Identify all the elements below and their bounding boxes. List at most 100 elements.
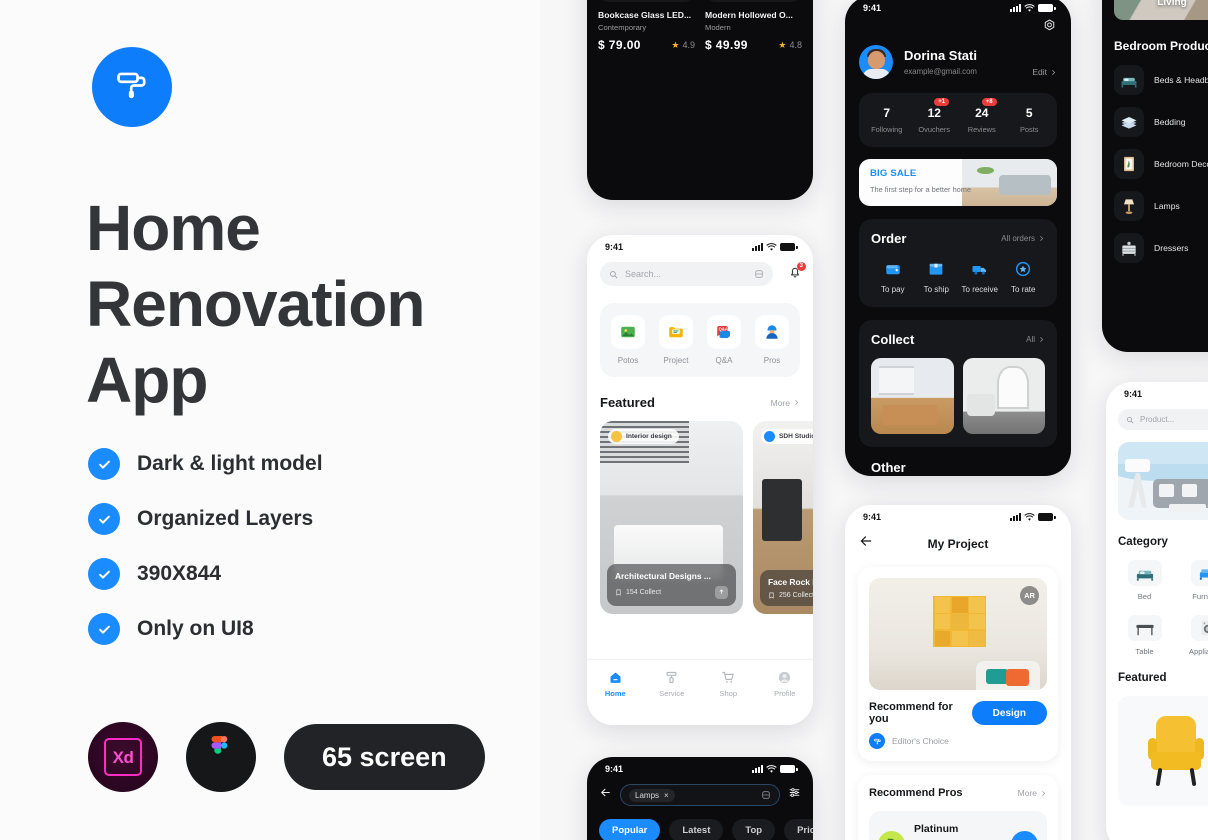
ar-badge[interactable]: AR	[1020, 586, 1039, 605]
tab-home[interactable]: Home	[587, 670, 644, 725]
product-card[interactable]: Bookcase Glass LED... Contemporary $ 79.…	[598, 0, 695, 52]
my-project-screen: 9:41 My Project AR Recommend for you Des…	[845, 505, 1071, 840]
photo-icon	[611, 315, 645, 349]
shop-category-appliances[interactable]: Appliances	[1181, 615, 1208, 656]
order-to-ship[interactable]: To ship	[915, 260, 959, 294]
chip-label: Price	[797, 825, 813, 836]
feature-label: Only on UI8	[137, 617, 254, 640]
collect-all-link[interactable]: All	[1026, 335, 1045, 344]
edit-profile-button[interactable]: Edit	[1032, 67, 1057, 79]
chip-label: Top	[745, 825, 763, 836]
collect-image[interactable]	[871, 358, 954, 434]
tab-shop[interactable]: Shop	[700, 670, 757, 725]
quick-action-qa[interactable]: Q&A Q&A	[700, 315, 748, 365]
quick-action-label: Pros	[763, 356, 781, 365]
chevron-right-icon	[795, 400, 799, 405]
notifications-button[interactable]: 3	[788, 261, 806, 284]
project-image[interactable]: AR	[869, 578, 1047, 690]
filter-chip-latest[interactable]: Latest	[669, 819, 724, 840]
design-button[interactable]: Design	[971, 701, 1047, 725]
featured-product-card[interactable]	[1118, 696, 1208, 806]
search-placeholder: Product...	[1140, 415, 1175, 424]
figma-badge	[186, 722, 256, 792]
featured-card[interactable]: Interior design Architectural Designs ..…	[600, 421, 743, 614]
battery-icon	[780, 243, 798, 251]
stat-following[interactable]: 7 Following	[863, 106, 911, 134]
stat-posts[interactable]: 5 Posts	[1006, 106, 1054, 134]
home-icon	[610, 672, 621, 683]
card-footer: Face Rock beac... 256 Collect	[760, 570, 813, 606]
quick-action-pros[interactable]: Pros	[748, 315, 796, 365]
search-input[interactable]: Product...	[1118, 409, 1208, 430]
category-item-bedding[interactable]: Bedding	[1102, 107, 1208, 137]
quick-actions: Potos Project Q&A Q&A Pros	[600, 303, 800, 377]
product-card[interactable]: Modern Hollowed O... Modern $ 49.99 ★ 4.8	[705, 0, 802, 52]
featured-card[interactable]: SDH Studio Face Rock beac... 256 Collect	[753, 421, 813, 614]
shop-category-table[interactable]: Table	[1118, 615, 1171, 656]
other-section-title: Other	[871, 460, 906, 475]
search-input[interactable]: Lamps ×	[620, 784, 780, 806]
tab-bar: Home Service Shop Profile	[587, 659, 813, 725]
featured-more-link[interactable]: More	[771, 398, 800, 408]
wifi-icon	[766, 242, 777, 251]
scan-icon	[762, 791, 770, 799]
chip-label: Popular	[612, 825, 648, 836]
order-to-receive[interactable]: To receive	[958, 260, 1002, 294]
avatar[interactable]	[859, 45, 893, 79]
shop-category-bed[interactable]: Bed	[1118, 560, 1171, 601]
chip-label: Lamps	[635, 790, 660, 800]
all-orders-link[interactable]: All orders	[1001, 234, 1045, 243]
filter-settings-button[interactable]	[788, 786, 801, 804]
pro-name: Platinum Poolcare	[914, 823, 959, 835]
collect-section: Collect All	[859, 320, 1057, 447]
quick-action-potos[interactable]: Potos	[604, 315, 652, 365]
order-to-rate[interactable]: To rate	[1002, 260, 1046, 294]
share-button[interactable]	[715, 586, 728, 599]
close-icon[interactable]: ×	[664, 791, 669, 800]
shop-category-furniture[interactable]: Furniture	[1181, 560, 1208, 601]
category-pill-living[interactable]: Living	[1114, 0, 1208, 20]
filter-chip-price[interactable]: Price▲	[784, 819, 813, 840]
tab-profile[interactable]: Profile	[757, 670, 814, 725]
more-label: All orders	[1001, 234, 1035, 243]
card-title: Architectural Designs ...	[615, 571, 711, 581]
settings-button[interactable]	[1042, 18, 1057, 38]
signal-icon	[752, 765, 763, 773]
stat-reviews[interactable]: +8 24 Reviews	[958, 98, 1006, 134]
feature-label: Dark & light model	[137, 452, 323, 475]
category-item-decor[interactable]: Bedroom Decor	[1102, 149, 1208, 179]
category-label: Bed	[1137, 592, 1152, 601]
stat-label: Following	[871, 125, 903, 134]
section-title: Bedroom Products	[1114, 39, 1208, 53]
wallet-icon	[886, 265, 900, 275]
category-item-beds[interactable]: Beds & Headboards	[1102, 65, 1208, 95]
stat-ovuchers[interactable]: +1 12 Ovuchers	[911, 98, 959, 134]
collect-image[interactable]	[962, 358, 1045, 434]
star-icon: ★	[778, 39, 787, 50]
category-item-lamps[interactable]: Lamps	[1102, 191, 1208, 221]
paint-roller-icon	[113, 66, 151, 109]
folder-icon	[659, 315, 693, 349]
pro-list-item[interactable]: Ꭰ Platinum Poolcare ★ 5.0 360 Reviews	[869, 811, 1047, 840]
chip-label: Latest	[682, 825, 711, 836]
promo-banner[interactable]: BIG SALE The first step for a better hom…	[859, 159, 1057, 206]
quick-action-project[interactable]: Project	[652, 315, 700, 365]
category-item-dressers[interactable]: Dressers	[1102, 233, 1208, 263]
hero-banner[interactable]	[1118, 442, 1208, 520]
badge-label: Interior design	[626, 433, 672, 440]
banner-image	[961, 159, 1057, 206]
filter-chip-top[interactable]: Top	[732, 819, 776, 840]
section-title: Featured	[600, 395, 655, 410]
badge-avatar	[764, 431, 775, 442]
recommend-pros-more[interactable]: More	[1018, 788, 1047, 798]
lamp-illustration	[620, 0, 674, 2]
shop-screen: 9:41 Product... Category Bed Furn Table …	[1106, 382, 1208, 840]
search-input[interactable]: Search...	[600, 262, 773, 286]
order-to-pay[interactable]: To pay	[871, 260, 915, 294]
filter-chip-popular[interactable]: Popular	[599, 819, 661, 840]
back-button[interactable]	[859, 534, 873, 553]
back-button[interactable]	[599, 786, 612, 804]
product-price-row: $ 49.99 ★ 4.8	[705, 38, 802, 52]
search-chip[interactable]: Lamps ×	[629, 788, 675, 802]
tab-service[interactable]: Service	[644, 670, 701, 725]
